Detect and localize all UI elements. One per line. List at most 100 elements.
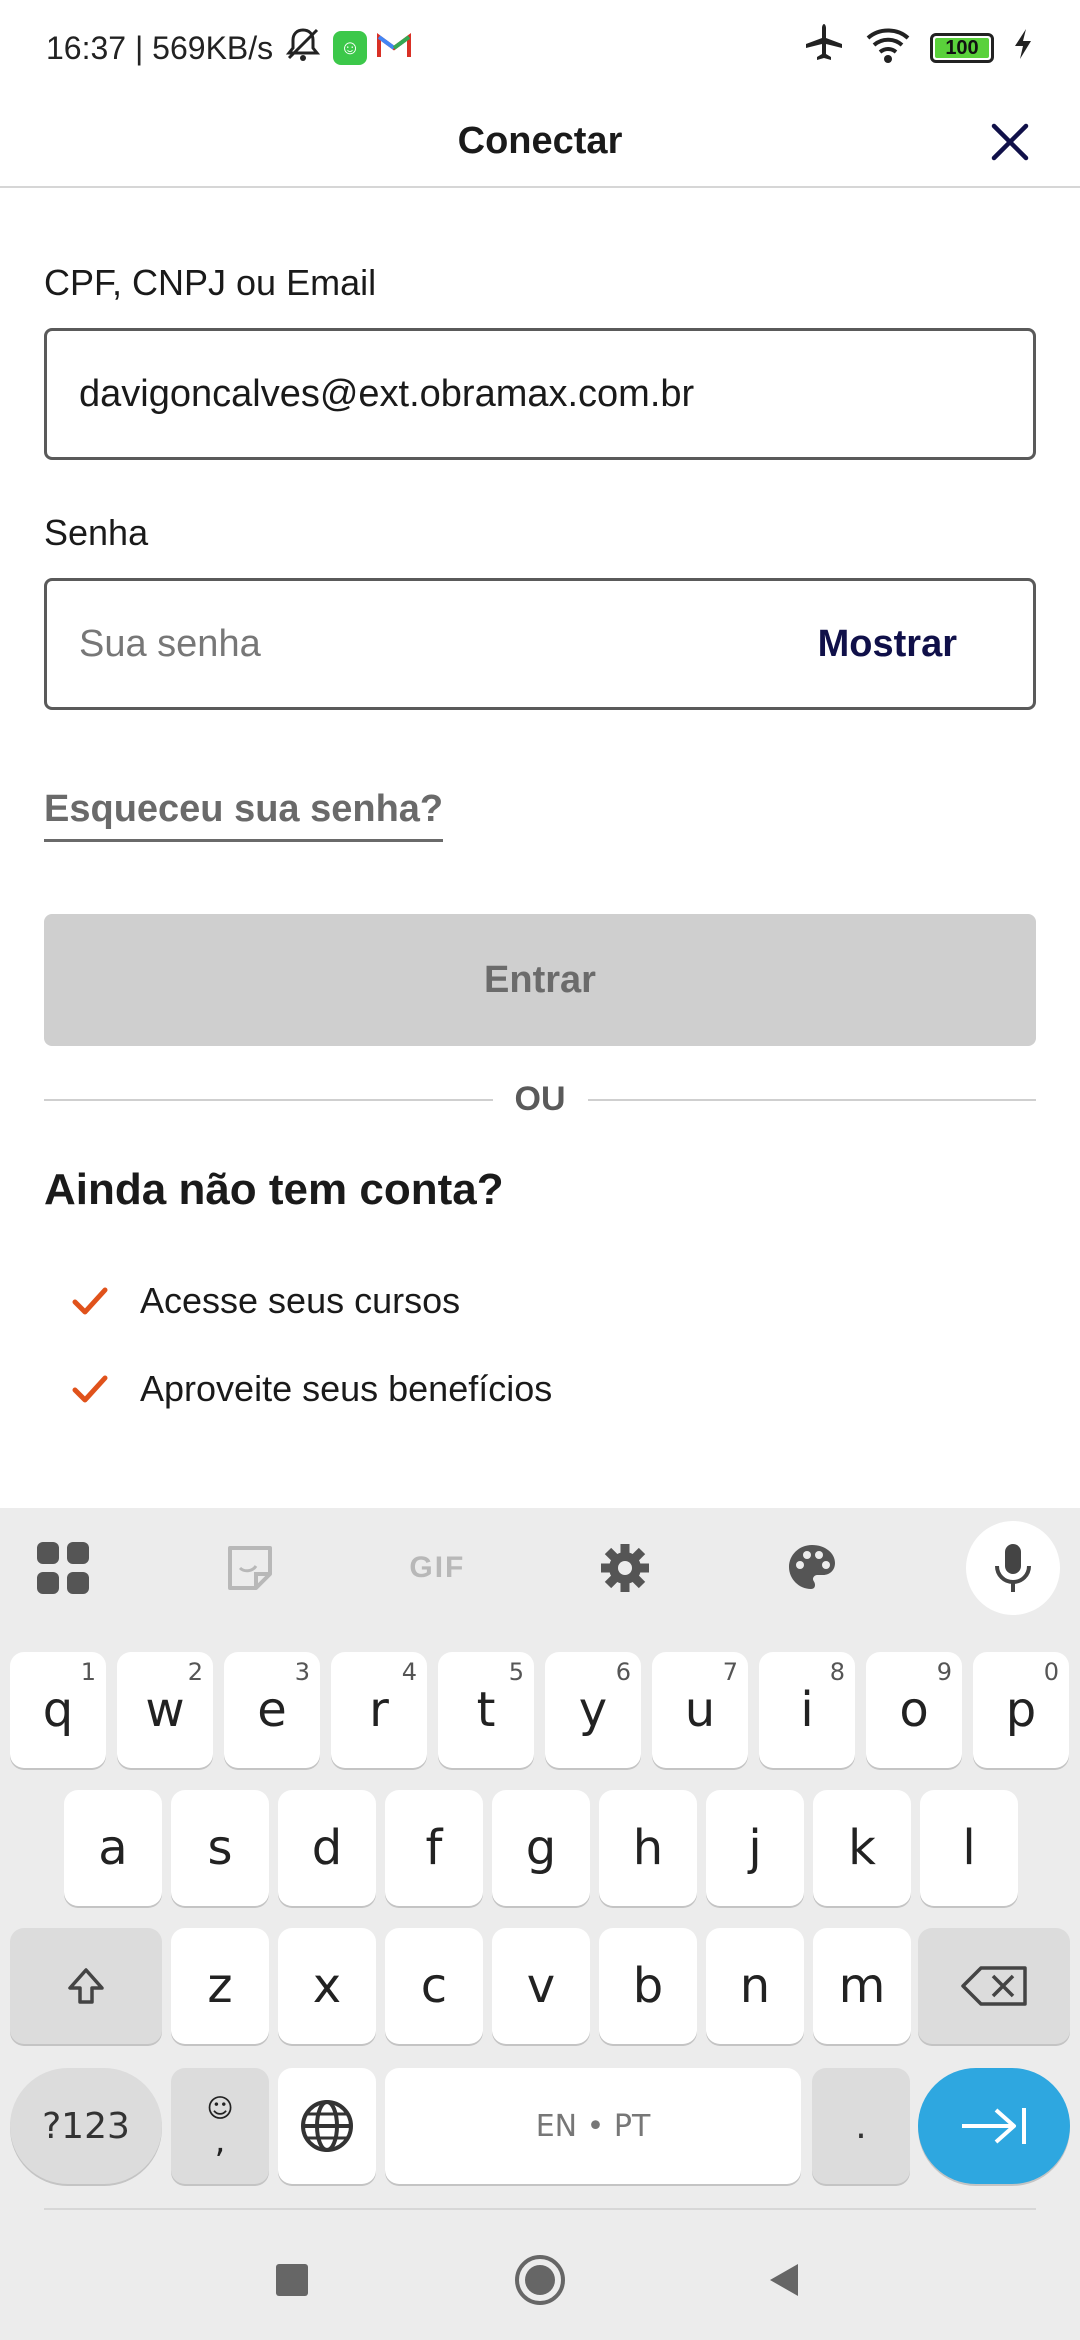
key-l[interactable]: l <box>920 1790 1018 1906</box>
show-password-button[interactable]: Mostrar <box>818 623 957 666</box>
login-field[interactable] <box>44 328 1036 460</box>
status-bar: 16:37 | 569KB/s ☺ 100 <box>0 0 1080 96</box>
key-f[interactable]: f <box>385 1790 483 1906</box>
or-divider: OU <box>44 1080 1036 1119</box>
period-key[interactable]: . <box>812 2068 910 2184</box>
password-label: Senha <box>44 512 149 553</box>
voice-input-button[interactable] <box>965 1521 1060 1615</box>
key-k[interactable]: k <box>813 1790 911 1906</box>
key-v[interactable]: v <box>492 1928 590 2044</box>
symbols-key[interactable]: ?123 <box>10 2068 162 2184</box>
theme-button[interactable] <box>779 1535 845 1601</box>
back-button[interactable] <box>744 2240 824 2320</box>
key-y[interactable]: y6 <box>545 1652 641 1768</box>
recents-button[interactable] <box>252 2240 332 2320</box>
battery-icon: 100 <box>930 33 994 63</box>
page-title: Conectar <box>457 119 623 162</box>
gear-icon <box>600 1544 649 1592</box>
system-nav-bar <box>0 2220 1080 2340</box>
sticker-button[interactable] <box>217 1535 283 1601</box>
login-form: CPF, CNPJ ou Email Senha Mostrar Esquece… <box>44 190 1036 1433</box>
login-input[interactable] <box>79 372 1001 416</box>
key-d[interactable]: d <box>278 1790 376 1906</box>
charging-icon <box>1012 27 1034 69</box>
keyboard-row-3: z x c v b n m <box>0 1928 1080 2044</box>
battery-level: 100 <box>945 36 979 59</box>
key-o[interactable]: o9 <box>866 1652 962 1768</box>
shift-icon <box>68 1968 104 2004</box>
airplane-icon <box>802 22 846 74</box>
comma-label: , <box>214 2121 226 2161</box>
enter-key[interactable] <box>918 2068 1070 2184</box>
apps-grid-button[interactable] <box>30 1535 96 1601</box>
settings-button[interactable] <box>592 1535 658 1601</box>
key-a[interactable]: a <box>64 1790 162 1906</box>
divider-line-right <box>587 1098 1036 1101</box>
submit-button[interactable]: Entrar <box>44 914 1036 1046</box>
language-key[interactable] <box>278 2068 376 2184</box>
key-j[interactable]: j <box>706 1790 804 1906</box>
grid-icon <box>37 1542 89 1594</box>
home-circle-icon <box>515 2255 565 2305</box>
next-arrow-icon <box>962 2108 1026 2144</box>
status-left: 16:37 | 569KB/s ☺ <box>46 24 412 72</box>
gif-label: GIF <box>409 1551 466 1584</box>
key-r[interactable]: r4 <box>331 1652 427 1768</box>
key-m[interactable]: m <box>813 1928 911 2044</box>
back-triangle-icon <box>770 2264 798 2296</box>
password-input[interactable] <box>79 622 818 666</box>
sticker-icon <box>228 1546 273 1590</box>
keyboard-separator <box>44 2208 1036 2210</box>
benefit-list: Acesse seus cursos Aproveite seus benefí… <box>44 1257 1036 1433</box>
status-right: 100 <box>802 22 1034 74</box>
keyboard-row-2: a s d f g h j k l <box>0 1790 1080 1906</box>
divider-line-left <box>44 1098 493 1101</box>
space-label: EN • PT <box>535 2108 651 2144</box>
keyboard-row-1: q1 w2 e3 r4 t5 y6 u7 i8 o9 p0 <box>0 1652 1080 1768</box>
key-n[interactable]: n <box>706 1928 804 2044</box>
key-s[interactable]: s <box>171 1790 269 1906</box>
key-g[interactable]: g <box>492 1790 590 1906</box>
close-button[interactable] <box>984 116 1036 168</box>
keyboard-toolbar: GIF <box>0 1508 1080 1628</box>
period-label: . <box>855 2105 867 2147</box>
list-item: Aproveite seus benefícios <box>44 1345 1036 1433</box>
benefit-label: Aproveite seus benefícios <box>140 1368 553 1409</box>
close-icon <box>991 123 1029 161</box>
key-x[interactable]: x <box>278 1928 376 2044</box>
forgot-password-link[interactable]: Esqueceu sua senha? <box>44 788 444 842</box>
benefit-label: Acesse seus cursos <box>140 1280 461 1321</box>
gmail-icon <box>377 30 412 67</box>
emoji-icon: ☺ <box>206 2094 234 2124</box>
key-w[interactable]: w2 <box>117 1652 213 1768</box>
key-q[interactable]: q1 <box>10 1652 106 1768</box>
key-h[interactable]: h <box>599 1790 697 1906</box>
key-t[interactable]: t5 <box>438 1652 534 1768</box>
globe-icon <box>301 2100 353 2152</box>
keyboard: GIF q1 w2 e3 r4 t5 y6 u7 i8 o9 p0 a s d … <box>0 1508 1080 2340</box>
key-e[interactable]: e3 <box>224 1652 320 1768</box>
notification-app-icon: ☺ <box>333 31 368 65</box>
check-icon <box>72 1375 108 1403</box>
home-button[interactable] <box>500 2240 580 2320</box>
key-c[interactable]: c <box>385 1928 483 2044</box>
backspace-icon <box>961 1966 1027 2006</box>
backspace-key[interactable] <box>918 1928 1070 2044</box>
gif-button[interactable]: GIF <box>404 1535 470 1601</box>
square-icon <box>276 2264 308 2296</box>
key-u[interactable]: u7 <box>652 1652 748 1768</box>
key-i[interactable]: i8 <box>759 1652 855 1768</box>
check-icon <box>72 1287 108 1315</box>
shift-key[interactable] <box>10 1928 162 2044</box>
login-label: CPF, CNPJ ou Email <box>44 262 377 303</box>
key-b[interactable]: b <box>599 1928 697 2044</box>
status-time-speed: 16:37 | 569KB/s <box>46 29 274 66</box>
symbols-label: ?123 <box>42 2105 130 2147</box>
space-key[interactable]: EN • PT <box>385 2068 801 2184</box>
key-z[interactable]: z <box>171 1928 269 2044</box>
key-p[interactable]: p0 <box>973 1652 1069 1768</box>
palette-icon <box>788 1545 835 1589</box>
password-field[interactable]: Mostrar <box>44 578 1036 710</box>
mute-icon <box>283 24 323 72</box>
emoji-comma-key[interactable]: ☺ , <box>171 2068 269 2184</box>
